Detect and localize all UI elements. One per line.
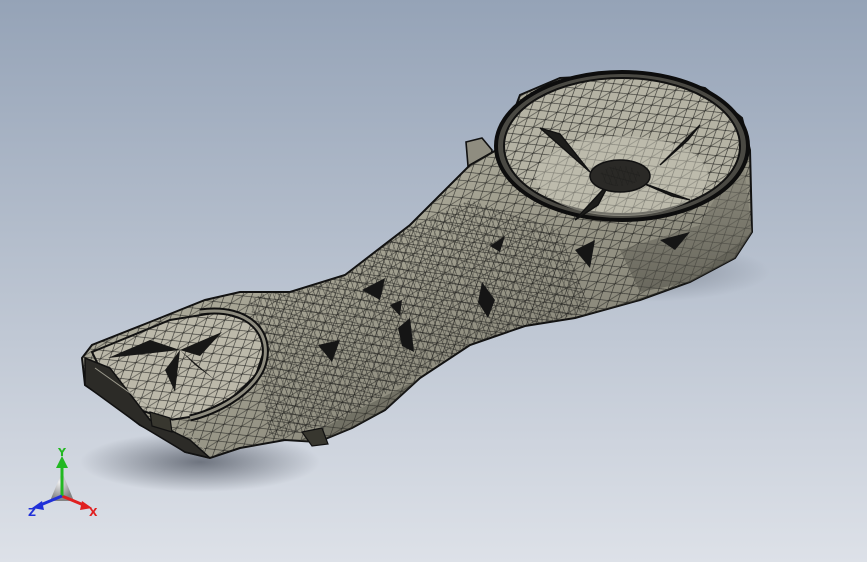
x-axis-label: X: [89, 506, 98, 519]
motor-mount-ring: [494, 70, 750, 222]
y-axis-label: Y: [57, 446, 67, 459]
z-axis-label: Z: [28, 506, 36, 519]
orientation-triad[interactable]: Y X Z: [22, 446, 102, 526]
graphics-viewport[interactable]: Y X Z: [0, 0, 867, 562]
wireframe-mesh-model[interactable]: [0, 0, 867, 562]
